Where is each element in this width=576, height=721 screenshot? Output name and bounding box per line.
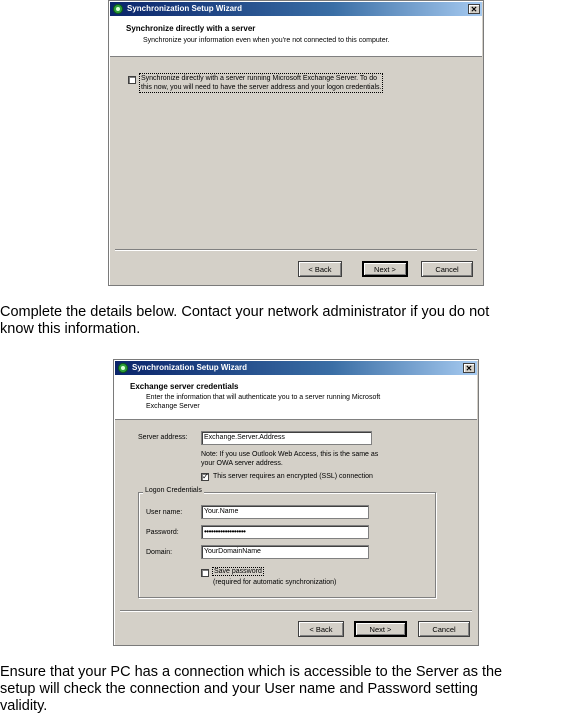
sync-wizard-dialog-2: Synchronization Setup Wizard ✕ Exchange … bbox=[113, 359, 479, 646]
cancel-button[interactable]: Cancel bbox=[421, 261, 473, 277]
save-password-label[interactable]: Save password bbox=[212, 567, 264, 576]
description-line2: Exchange Server bbox=[146, 403, 200, 410]
sync-wizard-dialog-1: Synchronization Setup Wizard ✕ Synchroni… bbox=[108, 0, 484, 286]
ssl-checkbox[interactable]: ✓ bbox=[201, 473, 209, 481]
outlook-sync-icon bbox=[113, 4, 123, 14]
group-label: Logon Credentials bbox=[143, 487, 204, 494]
paragraph-line: validity. bbox=[0, 698, 48, 714]
next-button[interactable]: Next > bbox=[354, 621, 407, 637]
close-button[interactable]: ✕ bbox=[468, 4, 480, 14]
save-password-checkbox[interactable] bbox=[201, 569, 209, 577]
back-button[interactable]: < Back bbox=[298, 621, 344, 637]
next-button[interactable]: Next > bbox=[362, 261, 408, 277]
paragraph-line: Complete the details below. Contact your… bbox=[0, 304, 490, 320]
paragraph-line: setup will check the connection and your… bbox=[0, 681, 478, 697]
domain-label: Domain: bbox=[146, 549, 173, 556]
cancel-button[interactable]: Cancel bbox=[418, 621, 470, 637]
wizard-header: Synchronize directly with a server Synch… bbox=[110, 16, 482, 57]
title-bar: Synchronization Setup Wizard ✕ bbox=[115, 361, 477, 375]
separator bbox=[115, 249, 477, 251]
checkbox-label-line2: this now, you will need to have the serv… bbox=[141, 84, 382, 91]
page-title: Synchronize directly with a server bbox=[126, 24, 256, 33]
sync-server-checkbox-label[interactable]: Synchronize directly with a server runni… bbox=[139, 73, 384, 93]
paragraph-line: Ensure that your PC has a connection whi… bbox=[0, 664, 503, 680]
page-title: Exchange server credentials bbox=[130, 382, 239, 391]
paragraph-line: know this information. bbox=[0, 321, 141, 337]
note-line1: Note: If you use Outlook Web Access, thi… bbox=[201, 451, 379, 458]
window-title: Synchronization Setup Wizard bbox=[127, 4, 243, 13]
page-description: Enter the information that will authenti… bbox=[146, 393, 380, 411]
window-title: Synchronization Setup Wizard bbox=[132, 363, 248, 372]
ssl-checkbox-label[interactable]: This server requires an encrypted (SSL) … bbox=[213, 473, 373, 480]
password-input[interactable]: •••••••••••••••••• bbox=[201, 525, 369, 539]
server-address-label: Server address: bbox=[138, 434, 188, 441]
username-input[interactable]: Your.Name bbox=[201, 505, 369, 519]
note-line2: your OWA server address. bbox=[201, 460, 283, 467]
owa-note: Note: If you use Outlook Web Access, thi… bbox=[201, 450, 378, 468]
domain-input[interactable]: YourDomainName bbox=[201, 545, 369, 559]
wizard-header: Exchange server credentials Enter the in… bbox=[115, 375, 477, 420]
separator bbox=[120, 610, 472, 612]
instruction-paragraph-2: Ensure that your PC has a connection whi… bbox=[0, 664, 502, 715]
sync-server-checkbox[interactable] bbox=[128, 76, 136, 84]
password-label: Password: bbox=[146, 529, 179, 536]
instruction-paragraph-1: Complete the details below. Contact your… bbox=[0, 304, 489, 338]
close-button[interactable]: ✕ bbox=[463, 363, 475, 373]
description-line1: Enter the information that will authenti… bbox=[146, 394, 381, 401]
outlook-sync-icon bbox=[118, 363, 128, 373]
save-password-note: (required for automatic synchronization) bbox=[213, 579, 337, 586]
title-bar: Synchronization Setup Wizard ✕ bbox=[110, 2, 482, 16]
back-button[interactable]: < Back bbox=[298, 261, 342, 277]
checkbox-label-line1: Synchronize directly with a server runni… bbox=[141, 75, 378, 82]
username-label: User name: bbox=[146, 509, 183, 516]
page-description: Synchronize your information even when y… bbox=[143, 37, 390, 44]
server-address-input[interactable]: Exchange.Server.Address bbox=[201, 431, 372, 445]
